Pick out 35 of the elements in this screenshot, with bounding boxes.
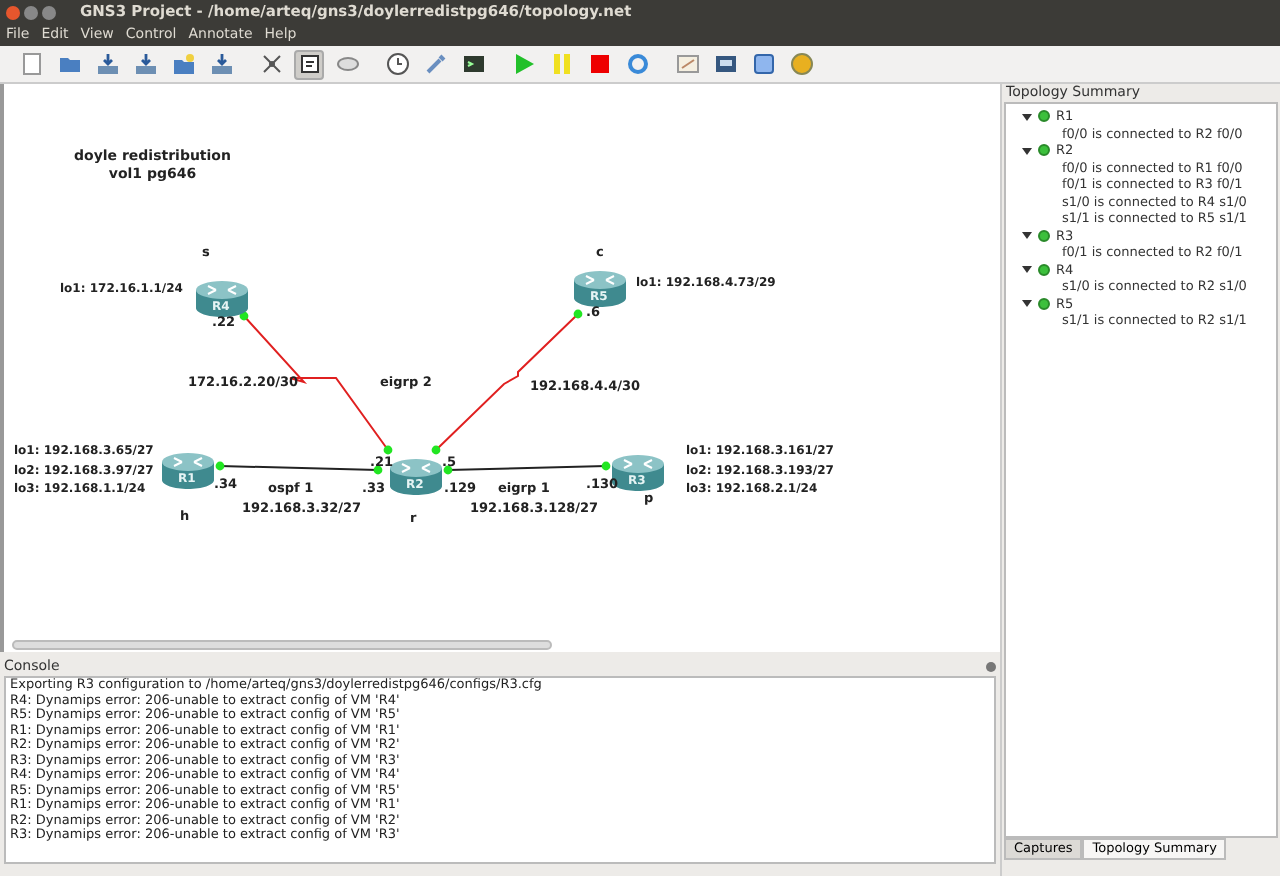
pause-icon (549, 52, 573, 76)
router-icon[interactable] (160, 452, 216, 490)
ellipse-icon (789, 52, 813, 76)
stop-icon (587, 52, 611, 76)
clock-icon (385, 52, 409, 76)
toolbar-button[interactable] (382, 49, 412, 79)
toolbar-button[interactable] (206, 49, 236, 79)
expand-arrow-icon[interactable] (1022, 264, 1032, 275)
tray-arrow-icon (95, 52, 119, 76)
rectangle-icon (751, 52, 775, 76)
expand-arrow-icon[interactable] (1022, 111, 1032, 122)
play-icon (511, 52, 535, 76)
nodes-icon (259, 52, 283, 76)
toolbar-button[interactable] (130, 49, 160, 79)
note-icon (675, 52, 699, 76)
tray-arrow-icon (209, 52, 233, 76)
maximize-icon[interactable] (42, 5, 56, 19)
label-icon (297, 52, 321, 76)
folder-star-icon (171, 52, 195, 76)
horizontal-scrollbar[interactable] (12, 640, 552, 650)
router-icon[interactable] (194, 280, 250, 318)
expand-arrow-icon[interactable] (1022, 230, 1032, 241)
toolbar-button[interactable] (294, 49, 324, 79)
toolbar-button[interactable] (92, 49, 122, 79)
tray-arrow-icon (133, 52, 157, 76)
minimize-icon[interactable] (24, 5, 38, 19)
folder-icon (57, 52, 81, 76)
picture-icon (713, 52, 737, 76)
blank-page-icon (19, 52, 43, 76)
expand-arrow-icon[interactable] (1022, 298, 1032, 309)
router-icon[interactable] (572, 270, 628, 308)
close-icon[interactable] (986, 662, 996, 672)
terminal-icon (461, 52, 485, 76)
close-icon[interactable] (6, 5, 20, 19)
expand-arrow-icon[interactable] (1022, 145, 1032, 156)
